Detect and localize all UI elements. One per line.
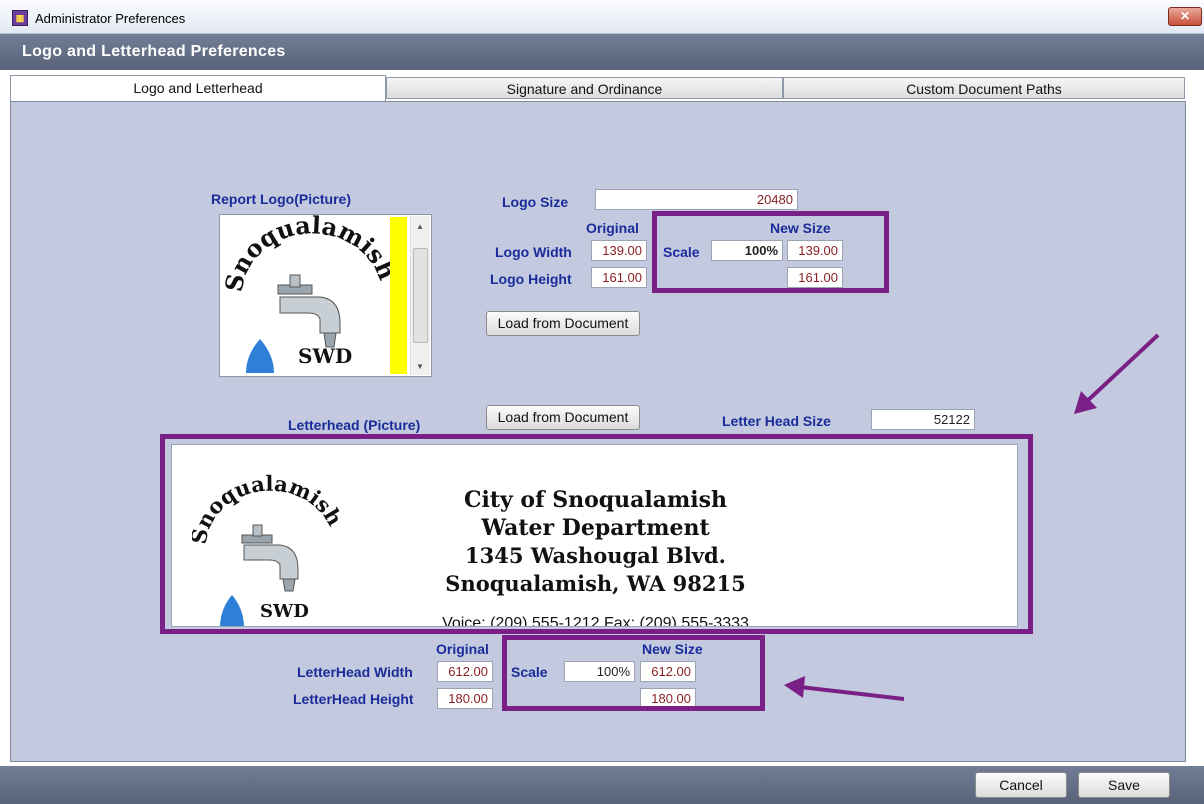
tab-custom-document-paths[interactable]: Custom Document Paths: [783, 77, 1185, 99]
tab-bar: Logo and Letterhead Signature and Ordina…: [10, 75, 1186, 101]
logo-width-original-field[interactable]: 139.00: [591, 240, 647, 261]
letterhead-size-label: Letter Head Size: [722, 413, 831, 429]
footer-bar: Cancel Save: [0, 766, 1204, 804]
letterhead-line-1: City of Snoqualamish: [463, 487, 728, 513]
cancel-button[interactable]: Cancel: [975, 772, 1067, 798]
scroll-thumb[interactable]: [413, 248, 428, 343]
svg-text:Snoqualamish: Snoqualamish: [220, 215, 390, 294]
tab-signature-and-ordinance[interactable]: Signature and Ordinance: [386, 77, 783, 99]
tab-logo-and-letterhead[interactable]: Logo and Letterhead: [10, 75, 386, 101]
logo-caption: SWD: [298, 344, 352, 368]
letterhead-load-from-document-button[interactable]: Load from Document: [486, 405, 640, 430]
scroll-down-icon[interactable]: ▼: [416, 362, 424, 371]
letterhead-height-label: LetterHead Height: [293, 691, 414, 707]
letterhead-width-label: LetterHead Width: [297, 664, 413, 680]
logo-arc-text: Snoqualamish: [220, 215, 390, 294]
logo-size-field[interactable]: 20480: [595, 189, 798, 210]
letterhead-width-original-field[interactable]: 612.00: [437, 661, 493, 682]
letterhead-line-3: 1345 Washougal Blvd.: [465, 543, 726, 568]
logo-original-header: Original: [586, 220, 639, 236]
window-title: Administrator Preferences: [35, 11, 186, 26]
page-title: Logo and Letterhead Preferences: [22, 43, 286, 60]
report-logo-label: Report Logo(Picture): [211, 191, 351, 207]
save-button[interactable]: Save: [1078, 772, 1170, 798]
logo-new-size-highlight: [652, 211, 889, 293]
letterhead-new-size-highlight: [502, 635, 765, 711]
close-button[interactable]: ✕: [1168, 7, 1202, 26]
scroll-up-icon[interactable]: ▲: [416, 222, 424, 231]
logo-highlight-strip: [390, 217, 407, 374]
logo-height-original-field[interactable]: 161.00: [591, 267, 647, 288]
logo-size-label: Logo Size: [502, 194, 569, 210]
letterhead-line-5: Voice: (209) 555-1212 Fax: (209) 555-333…: [442, 615, 749, 627]
letterhead-picture-box[interactable]: Snoqualamish SWD City of Snoqualamish Wa…: [171, 444, 1018, 627]
letterhead-size-field[interactable]: 52122: [871, 409, 975, 430]
app-icon: ▦: [12, 10, 28, 26]
letterhead-line-4: Snoqualamish, WA 98215: [445, 571, 746, 596]
letterhead-height-original-field[interactable]: 180.00: [437, 688, 493, 709]
logo-scrollbar[interactable]: ▲ ▼: [410, 216, 430, 375]
logo-image: Snoqualamish SWD: [220, 215, 390, 373]
logo-height-label: Logo Height: [490, 271, 572, 287]
letterhead-line-2: Water Department: [481, 515, 710, 541]
letterhead-original-header: Original: [436, 641, 489, 657]
logo-load-from-document-button[interactable]: Load from Document: [486, 311, 640, 336]
letterhead-label: Letterhead (Picture): [288, 417, 421, 433]
logo-picture-box[interactable]: Snoqualamish SWD ▲ ▼: [219, 214, 432, 377]
page-header: Logo and Letterhead Preferences: [0, 34, 1204, 70]
logo-width-label: Logo Width: [495, 244, 572, 260]
window-titlebar: ▦ Administrator Preferences ✕: [0, 0, 1204, 34]
